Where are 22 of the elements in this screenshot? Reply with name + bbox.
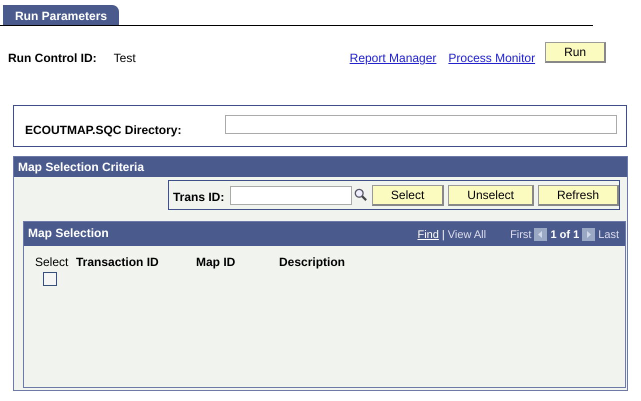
find-link[interactable]: Find — [417, 228, 439, 240]
column-header: Select — [35, 255, 70, 269]
section-title: Map Selection Criteria — [18, 160, 144, 174]
first-label: First — [510, 228, 532, 240]
grid-title: Map Selection — [28, 226, 109, 240]
last-label: Last — [598, 228, 619, 240]
button[interactable]: Select — [372, 184, 444, 206]
field-value: Test — [114, 51, 136, 65]
tab[interactable]: Run Parameters — [3, 5, 120, 25]
column-header: Transaction ID — [76, 255, 160, 269]
column-header: Description — [279, 255, 346, 269]
column-header: Map ID — [196, 255, 236, 269]
field-label: Run Control ID: — [8, 51, 97, 65]
button[interactable]: Unselect — [448, 184, 534, 206]
page-count: 1 of 1 — [550, 228, 580, 240]
field-label: ECOUTMAP.SQC Directory: — [25, 123, 182, 137]
field-label: Trans ID: — [173, 190, 224, 204]
run-button[interactable]: Run — [545, 42, 606, 62]
separator: | — [442, 228, 445, 240]
link[interactable]: Report Manager — [350, 51, 436, 65]
button[interactable]: Refresh — [538, 184, 619, 206]
link[interactable]: Process Monitor — [448, 51, 536, 65]
